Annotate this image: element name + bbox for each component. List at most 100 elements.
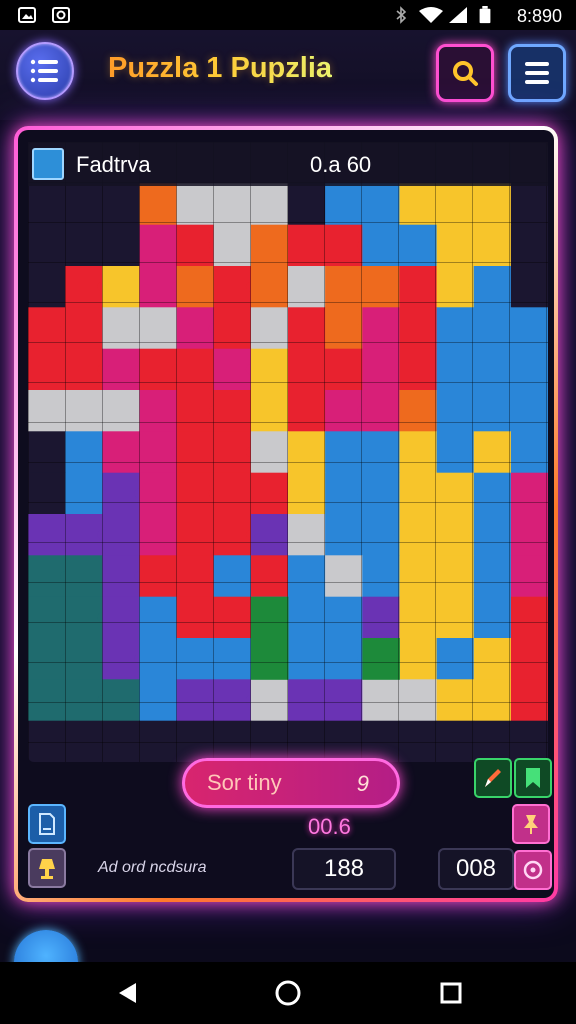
puzzle-piece[interactable]: [362, 472, 400, 515]
puzzle-piece[interactable]: [176, 679, 215, 722]
puzzle-piece[interactable]: [250, 555, 289, 598]
puzzle-piece[interactable]: [250, 390, 289, 432]
puzzle-piece[interactable]: [473, 390, 512, 432]
puzzle-piece[interactable]: [176, 224, 215, 267]
options-menu-button[interactable]: [508, 44, 566, 102]
puzzle-piece[interactable]: [28, 679, 66, 722]
puzzle-piece[interactable]: [250, 720, 289, 762]
puzzle-piece[interactable]: [250, 307, 289, 350]
puzzle-piece[interactable]: [362, 638, 400, 680]
puzzle-piece[interactable]: [139, 638, 177, 680]
puzzle-piece[interactable]: [250, 514, 289, 556]
puzzle-piece[interactable]: [473, 720, 512, 762]
puzzle-piece[interactable]: [213, 720, 252, 762]
puzzle-piece[interactable]: [473, 514, 512, 556]
puzzle-piece[interactable]: [510, 431, 548, 474]
puzzle-piece[interactable]: [28, 348, 66, 391]
puzzle-piece[interactable]: [250, 679, 289, 722]
search-button[interactable]: [436, 44, 494, 102]
puzzle-piece[interactable]: [28, 596, 66, 639]
puzzle-piece[interactable]: [213, 183, 252, 226]
puzzle-piece[interactable]: [213, 638, 252, 680]
puzzle-piece[interactable]: [436, 307, 475, 350]
puzzle-piece[interactable]: [362, 390, 400, 432]
bookmark-tool-button[interactable]: [514, 758, 552, 798]
puzzle-piece[interactable]: [65, 720, 103, 762]
puzzle-piece[interactable]: [510, 348, 548, 391]
puzzle-piece[interactable]: [213, 472, 252, 515]
puzzle-piece[interactable]: [473, 472, 512, 515]
puzzle-piece[interactable]: [176, 390, 215, 432]
puzzle-piece[interactable]: [65, 596, 103, 639]
puzzle-piece[interactable]: [362, 183, 400, 226]
puzzle-piece[interactable]: [139, 348, 177, 391]
list-menu-button[interactable]: [16, 42, 74, 100]
puzzle-piece[interactable]: [362, 431, 400, 474]
puzzle-piece[interactable]: [250, 224, 289, 267]
puzzle-piece[interactable]: [436, 224, 475, 267]
puzzle-piece[interactable]: [28, 431, 66, 474]
puzzle-piece[interactable]: [325, 431, 363, 474]
puzzle-piece[interactable]: [65, 431, 103, 474]
puzzle-piece[interactable]: [102, 596, 140, 639]
puzzle-piece[interactable]: [399, 224, 437, 267]
puzzle-piece[interactable]: [28, 514, 66, 556]
puzzle-piece[interactable]: [325, 555, 363, 598]
puzzle-piece[interactable]: [399, 307, 437, 350]
puzzle-piece[interactable]: [288, 720, 326, 762]
puzzle-piece[interactable]: [102, 555, 140, 598]
puzzle-piece[interactable]: [362, 679, 400, 722]
puzzle-piece[interactable]: [510, 638, 548, 680]
puzzle-piece[interactable]: [473, 596, 512, 639]
puzzle-piece[interactable]: [362, 224, 400, 267]
puzzle-piece[interactable]: [102, 472, 140, 515]
puzzle-piece[interactable]: [139, 679, 177, 722]
puzzle-piece[interactable]: [139, 307, 177, 350]
puzzle-piece[interactable]: [399, 183, 437, 226]
puzzle-piece[interactable]: [288, 679, 326, 722]
puzzle-piece[interactable]: [473, 266, 512, 308]
puzzle-piece[interactable]: [399, 514, 437, 556]
puzzle-piece[interactable]: [473, 307, 512, 350]
puzzle-piece[interactable]: [102, 224, 140, 267]
hint-button[interactable]: Sor tiny 9: [182, 758, 400, 808]
puzzle-piece[interactable]: [362, 596, 400, 639]
pin-tool-button[interactable]: [512, 804, 550, 844]
puzzle-piece[interactable]: [139, 472, 177, 515]
timer-tool-button[interactable]: [514, 850, 552, 890]
puzzle-piece[interactable]: [399, 596, 437, 639]
puzzle-piece[interactable]: [399, 266, 437, 308]
puzzle-piece[interactable]: [65, 638, 103, 680]
puzzle-piece[interactable]: [65, 679, 103, 722]
puzzle-piece[interactable]: [473, 348, 512, 391]
puzzle-piece[interactable]: [65, 183, 103, 226]
puzzle-piece[interactable]: [65, 348, 103, 391]
puzzle-piece[interactable]: [436, 431, 475, 474]
puzzle-piece[interactable]: [436, 679, 475, 722]
puzzle-piece[interactable]: [65, 555, 103, 598]
puzzle-piece[interactable]: [399, 720, 437, 762]
puzzle-piece[interactable]: [139, 390, 177, 432]
puzzle-piece[interactable]: [288, 638, 326, 680]
puzzle-piece[interactable]: [510, 472, 548, 515]
puzzle-piece[interactable]: [510, 720, 548, 762]
puzzle-piece[interactable]: [28, 183, 66, 226]
puzzle-board[interactable]: [28, 142, 548, 762]
puzzle-piece[interactable]: [213, 679, 252, 722]
puzzle-piece[interactable]: [325, 307, 363, 350]
puzzle-piece[interactable]: [250, 431, 289, 474]
puzzle-piece[interactable]: [399, 472, 437, 515]
puzzle-piece[interactable]: [176, 348, 215, 391]
puzzle-piece[interactable]: [176, 596, 215, 639]
puzzle-piece[interactable]: [325, 679, 363, 722]
puzzle-piece[interactable]: [176, 720, 215, 762]
puzzle-piece[interactable]: [436, 555, 475, 598]
puzzle-piece[interactable]: [213, 348, 252, 391]
lamp-tool-button[interactable]: [28, 848, 66, 888]
recents-button[interactable]: [436, 978, 466, 1008]
puzzle-piece[interactable]: [213, 390, 252, 432]
puzzle-piece[interactable]: [102, 679, 140, 722]
puzzle-piece[interactable]: [250, 183, 289, 226]
puzzle-piece[interactable]: [399, 390, 437, 432]
puzzle-piece[interactable]: [288, 307, 326, 350]
